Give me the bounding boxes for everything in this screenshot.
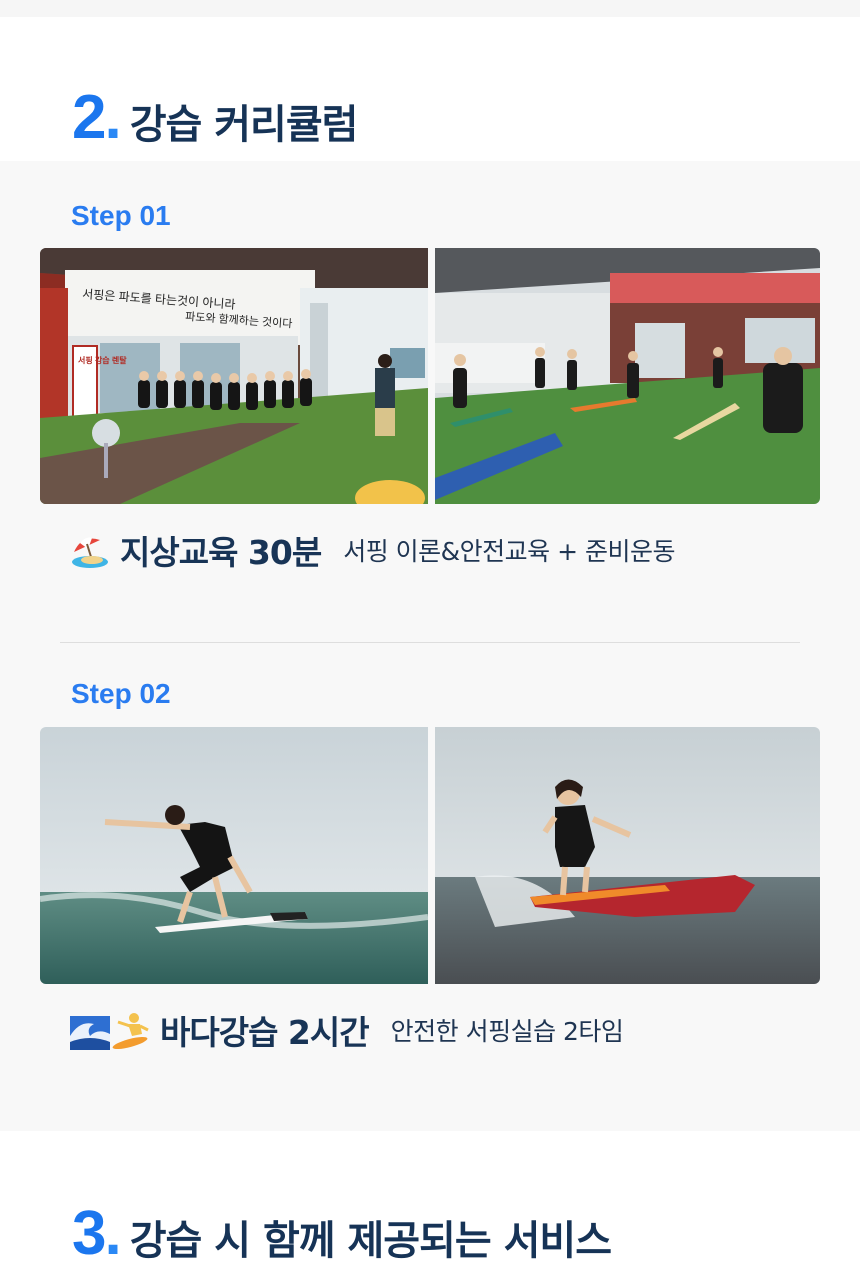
step-02-description: 안전한 서핑실습 2타임 xyxy=(390,1017,624,1046)
ocean-lesson-photo-2 xyxy=(435,727,820,984)
step-divider xyxy=(60,642,800,643)
section-number: 3. xyxy=(72,1199,122,1268)
step-01-label: Step 01 xyxy=(71,200,171,231)
step-01-title: 지상교육 30분 xyxy=(120,533,322,572)
step-01-description: 서핑 이론&안전교육 + 준비운동 xyxy=(343,537,676,566)
beach-umbrella-icon xyxy=(70,530,110,570)
ground-training-photo-1: 서핑은 파도를 타는것이 아니라 파도와 함께하는 것이다 서핑 강습 렌탈 xyxy=(40,248,428,504)
section-title: 강습 시 함께 제공되는 서비스 xyxy=(129,1218,612,1264)
wave-surfer-icon xyxy=(70,1010,150,1050)
step-01-caption: 지상교육 30분 서핑 이론&안전교육 + 준비운동 xyxy=(70,526,676,574)
step-02-label: Step 02 xyxy=(71,678,171,709)
ground-training-photo-2 xyxy=(435,248,820,504)
step-02-caption: 바다강습 2시간 안전한 서핑실습 2타임 xyxy=(70,1006,624,1054)
top-strip xyxy=(0,0,860,17)
step-02-title: 바다강습 2시간 xyxy=(160,1013,370,1052)
section-number: 2. xyxy=(72,83,122,152)
section-2-heading: 2. 강습 커리큘럼 xyxy=(72,82,359,153)
section-title: 강습 커리큘럼 xyxy=(129,102,359,148)
section-3-heading: 3. 강습 시 함께 제공되는 서비스 xyxy=(72,1198,612,1269)
ocean-lesson-photo-1 xyxy=(40,727,428,984)
banner-text: 서핑 강습 렌탈 xyxy=(78,355,127,365)
